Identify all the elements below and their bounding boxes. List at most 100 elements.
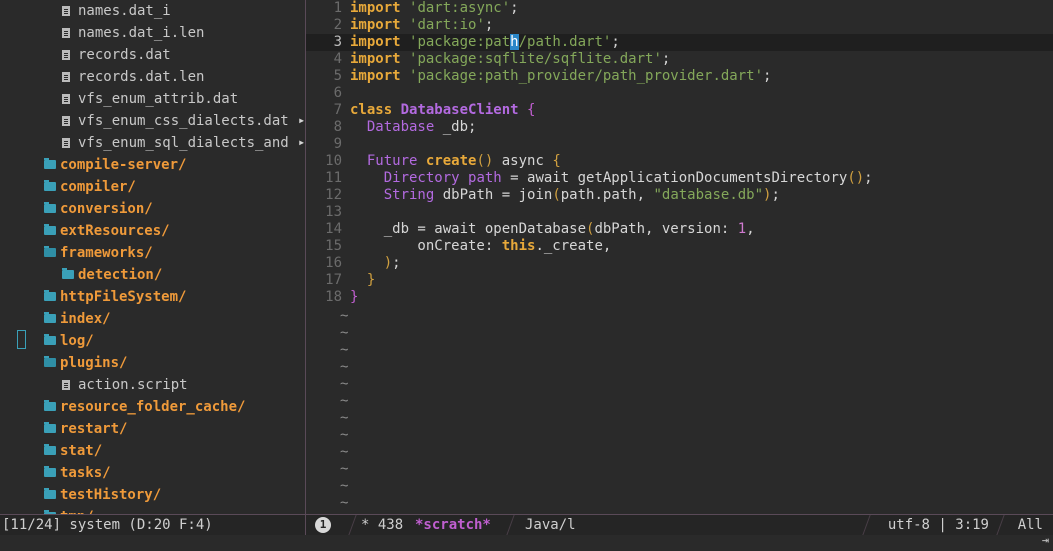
truncation-marker: ▸	[298, 135, 305, 149]
tree-folder[interactable]: detection/	[62, 264, 162, 286]
code-token: path	[468, 170, 502, 186]
code-line[interactable]: 10 Future create() async {	[306, 153, 1053, 170]
code-line[interactable]: 2 import 'dart:io';	[306, 17, 1053, 34]
code-token: Directory	[383, 170, 460, 186]
code-line[interactable]: 6	[306, 85, 1053, 102]
tilde: ~	[340, 427, 349, 443]
folder-icon	[44, 290, 56, 301]
code-text: );	[350, 255, 401, 272]
code-line[interactable]: 3 import 'package:path/path.dart';	[306, 34, 1053, 51]
code-token: ;	[510, 0, 519, 16]
encoding-position: utf-8 | 3:19	[887, 517, 989, 533]
mode-line-divider	[996, 515, 1005, 535]
tree-file[interactable]: vfs_enum_sql_dialects_and	[62, 132, 289, 154]
mode-line: [11/24] system (D:20 F:4) 1 * 438 *scrat…	[0, 514, 1053, 536]
code-line[interactable]: 7 class DatabaseClient {	[306, 102, 1053, 119]
minibuffer[interactable]: ⇥	[0, 533, 1053, 551]
code-editor[interactable]: 1 import 'dart:async'; 2 import 'dart:io'; 3…	[306, 0, 1053, 514]
window-number-badge[interactable]: 1	[315, 517, 331, 533]
tree-file[interactable]: records.dat	[62, 44, 171, 66]
tree-folder[interactable]: testHistory/	[44, 484, 161, 506]
code-text: import 'dart:io';	[350, 17, 493, 34]
tree-file[interactable]: names.dat_i.len	[62, 22, 204, 44]
code-line[interactable]: 15 onCreate: this._create,	[306, 238, 1053, 255]
tree-item-label: resource_folder_cache/	[60, 399, 246, 415]
code-token: DatabaseClient	[400, 102, 519, 118]
empty-line-marker: ~	[306, 325, 1053, 342]
tree-folder[interactable]: conversion/	[44, 198, 153, 220]
tree-file[interactable]: vfs_enum_attrib.dat	[62, 88, 238, 110]
folder-icon	[44, 466, 56, 477]
code-line[interactable]: 11 Directory path = await getApplication…	[306, 170, 1053, 187]
code-token: ;	[611, 34, 620, 50]
buffer-name[interactable]: *scratch*	[415, 515, 491, 535]
tree-file[interactable]: action.script	[62, 374, 188, 396]
folder-icon	[44, 488, 56, 499]
code-line[interactable]: 8 Database _db;	[306, 119, 1053, 136]
tree-folder[interactable]: compile-server/	[44, 154, 186, 176]
code-line[interactable]: 4 import 'package:sqflite/sqflite.dart';	[306, 51, 1053, 68]
line-number: 18	[325, 289, 342, 305]
tree-item-label: records.dat.len	[78, 69, 205, 85]
code-line[interactable]: 9	[306, 136, 1053, 153]
tree-item-label: restart/	[60, 421, 128, 437]
folder-icon	[44, 158, 56, 169]
tree-file[interactable]: records.dat.len	[62, 66, 204, 88]
code-token: path.path,	[560, 187, 654, 203]
tree-folder[interactable]: compiler/	[44, 176, 136, 198]
tree-folder[interactable]: extResources/	[44, 220, 170, 242]
mode-line-separator	[305, 515, 306, 535]
tree-folder[interactable]: tasks/	[44, 462, 111, 484]
tilde: ~	[340, 410, 349, 426]
code-line[interactable]: 18}	[306, 289, 1053, 306]
code-text: onCreate: this._create,	[350, 238, 611, 255]
tree-folder[interactable]: tmp/	[44, 506, 94, 514]
code-token: ;	[771, 187, 780, 203]
code-token: String	[383, 187, 435, 203]
code-token: "database.db"	[653, 187, 764, 203]
tilde: ~	[340, 393, 349, 409]
code-token: import	[350, 17, 401, 33]
mode-line-divider	[348, 515, 357, 535]
tree-folder[interactable]: frameworks/	[44, 242, 153, 264]
code-line[interactable]: 14 _db = await openDatabase(dbPath, vers…	[306, 221, 1053, 238]
line-number: 11	[325, 170, 342, 186]
tree-file[interactable]: vfs_enum_css_dialects.dat	[62, 110, 289, 132]
tree-file[interactable]: names.dat_i	[62, 0, 171, 22]
major-mode[interactable]: Java/l	[525, 515, 576, 535]
tree-folder[interactable]: plugins/	[44, 352, 127, 374]
code-text: String dbPath = join(path.path, "databas…	[350, 187, 780, 204]
tree-item-label: compile-server/	[60, 157, 187, 173]
tree-folder[interactable]: httpFileSystem/	[44, 286, 186, 308]
tree-item-label: testHistory/	[60, 487, 162, 503]
empty-line-marker: ~	[306, 393, 1053, 410]
tree-folder[interactable]: log/	[44, 330, 94, 352]
tree-folder[interactable]: restart/	[44, 418, 127, 440]
tree-folder[interactable]: index/	[44, 308, 111, 330]
code-line[interactable]: 16 );	[306, 255, 1053, 272]
scroll-position: All	[1017, 517, 1043, 533]
code-token: /path.dart'	[518, 34, 612, 50]
line-number: 6	[333, 85, 342, 101]
file-icon	[62, 50, 70, 60]
code-line[interactable]: 13	[306, 204, 1053, 221]
code-line[interactable]: 1 import 'dart:async';	[306, 0, 1053, 17]
tree-folder[interactable]: resource_folder_cache/	[44, 396, 245, 418]
code-token: create	[425, 153, 477, 169]
tree-folder[interactable]: stat/	[44, 440, 102, 462]
empty-line-marker: ~	[306, 444, 1053, 461]
code-text: Directory path = await getApplicationDoc…	[350, 170, 873, 187]
line-number: 1	[333, 0, 342, 16]
code-line[interactable]: 17 }	[306, 272, 1053, 289]
tree-item-label: log/	[60, 333, 94, 349]
code-text: }	[350, 289, 358, 306]
code-line[interactable]: 5 import 'package:path_provider/path_prov…	[306, 68, 1053, 85]
code-line[interactable]: 12 String dbPath = join(path.path, "data…	[306, 187, 1053, 204]
